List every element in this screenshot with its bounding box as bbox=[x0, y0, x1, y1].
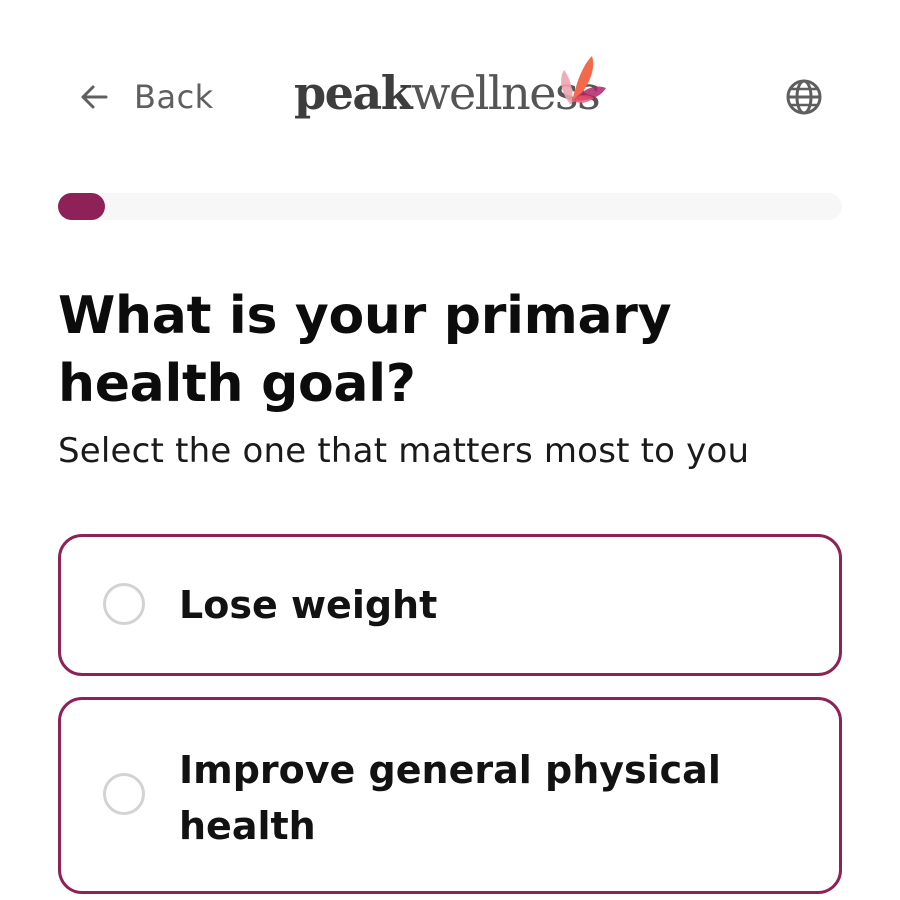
progress-bar bbox=[58, 193, 842, 220]
radio-button[interactable] bbox=[103, 773, 145, 815]
arrow-left-icon bbox=[81, 85, 108, 109]
option-lose-weight[interactable]: Lose weight bbox=[58, 534, 842, 676]
radio-button[interactable] bbox=[103, 583, 145, 625]
header: Back peakwellness bbox=[0, 0, 900, 190]
logo-wordmark: peakwellness bbox=[294, 70, 601, 116]
peakwellness-logo: peakwellness bbox=[294, 54, 614, 138]
butterfly-icon bbox=[561, 56, 606, 104]
question-subtitle: Select the one that matters most to you bbox=[58, 431, 750, 471]
language-button[interactable] bbox=[784, 77, 824, 117]
globe-icon bbox=[786, 79, 822, 115]
back-label: Back bbox=[134, 78, 214, 116]
option-label: Lose weight bbox=[179, 583, 438, 627]
back-button[interactable]: Back bbox=[78, 74, 214, 120]
option-label: Improve general physical health bbox=[179, 748, 721, 848]
progress-bar-fill bbox=[58, 193, 105, 220]
logo-wordmark-peak: peak bbox=[294, 66, 413, 120]
option-improve-physical-health[interactable]: Improve general physical health bbox=[58, 697, 842, 894]
onboarding-screen: Back peakwellness What is your primary h bbox=[0, 0, 900, 900]
question-title: What is your primary health goal? bbox=[58, 286, 672, 414]
